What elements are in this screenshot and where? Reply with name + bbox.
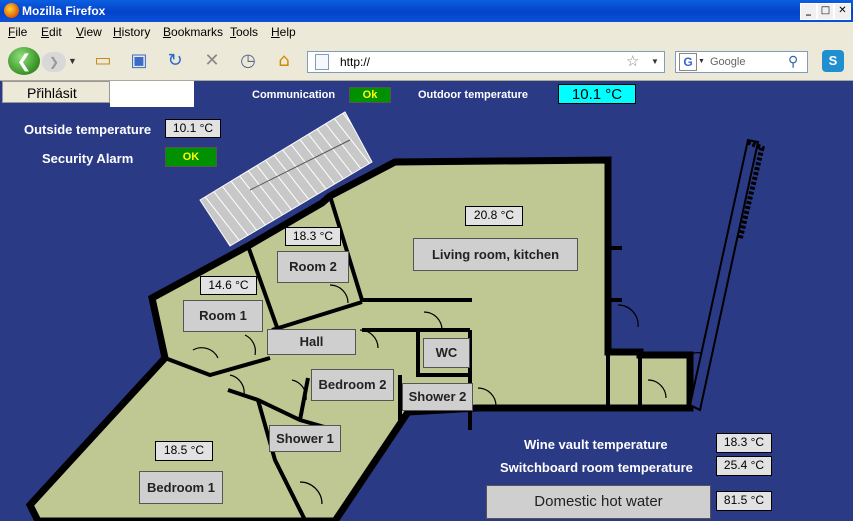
close-button[interactable]: ✕ (834, 3, 851, 20)
stop-icon[interactable]: ✕ (201, 50, 223, 72)
search-box[interactable]: G ▼ Google ⚲ (675, 51, 808, 73)
room-button-bedroom-2[interactable]: Bedroom 2 (311, 369, 394, 401)
history-clock-icon[interactable]: ◷ (237, 50, 259, 72)
search-icon[interactable]: ⚲ (788, 53, 798, 70)
login-bar (110, 81, 194, 107)
menu-help[interactable]: Help (271, 25, 296, 39)
room-button-shower-2[interactable]: Shower 2 (402, 383, 473, 411)
room1-temperature: 14.6 °C (200, 276, 257, 295)
room-button-hall[interactable]: Hall (267, 329, 356, 355)
maximize-button[interactable]: □ (817, 3, 834, 20)
window-title: Mozilla Firefox (22, 4, 106, 18)
room-button-bedroom-1[interactable]: Bedroom 1 (139, 471, 223, 504)
domestic-hot-water-value: 81.5 °C (716, 491, 772, 511)
google-icon[interactable]: G (679, 53, 697, 71)
forward-button[interactable]: ❯ (42, 52, 66, 72)
room-button-living-room-kitchen[interactable]: Living room, kitchen (413, 238, 578, 271)
new-folder-icon[interactable]: ▭ (92, 50, 114, 72)
wine-vault-label: Wine vault temperature (524, 437, 668, 452)
living-room-temperature: 20.8 °C (465, 206, 523, 226)
url-bar[interactable]: http:// ☆ ▼ (307, 51, 665, 73)
bookmark-star-icon[interactable]: ☆ (626, 52, 639, 70)
menu-view[interactable]: View (76, 25, 102, 39)
search-engine-dropdown-icon[interactable]: ▼ (698, 58, 705, 65)
history-dropdown-icon[interactable]: ▼ (68, 56, 77, 66)
security-alarm-status: OK (165, 147, 217, 167)
wine-vault-value: 18.3 °C (716, 433, 772, 453)
new-tab-icon[interactable]: ▣ (128, 50, 150, 72)
outdoor-temperature-label: Outdoor temperature (418, 89, 529, 101)
security-alarm-label: Security Alarm (42, 151, 134, 166)
menu-file[interactable]: File (8, 25, 27, 39)
firefox-icon (4, 3, 19, 18)
window-titlebar: Mozilla Firefox _ □ ✕ (0, 0, 853, 22)
switchboard-value: 25.4 °C (716, 456, 772, 476)
room-button-room-1[interactable]: Room 1 (183, 300, 263, 332)
skype-icon[interactable]: S (822, 50, 844, 72)
switchboard-label: Switchboard room temperature (500, 460, 693, 475)
room-button-room-2[interactable]: Room 2 (277, 251, 349, 283)
room2-temperature: 18.3 °C (285, 227, 341, 246)
reload-icon[interactable]: ↻ (164, 50, 186, 72)
outside-temperature-value: 10.1 °C (165, 119, 221, 138)
url-text[interactable]: http:// (340, 55, 370, 69)
exterior-ramp (688, 138, 760, 412)
login-tab[interactable]: Přihlásit (2, 81, 110, 103)
outdoor-temperature-value: 10.1 °C (558, 84, 636, 104)
search-input[interactable]: Google (710, 56, 745, 68)
home-icon[interactable]: ⌂ (273, 50, 295, 72)
menu-tools[interactable]: Tools (230, 25, 258, 39)
menu-edit[interactable]: Edit (41, 25, 62, 39)
bedroom1-temperature: 18.5 °C (155, 441, 213, 461)
floor-plan (25, 111, 765, 521)
back-button[interactable]: ❮ (8, 47, 40, 75)
menu-history[interactable]: History (113, 25, 150, 39)
room-button-shower-1[interactable]: Shower 1 (269, 425, 341, 452)
outside-temperature-label: Outside temperature (24, 122, 152, 137)
page-icon (315, 54, 329, 70)
communication-label: Communication (252, 89, 336, 101)
menu-bookmarks[interactable]: Bookmarks (163, 25, 223, 39)
domestic-hot-water-button[interactable]: Domestic hot water (486, 485, 711, 519)
minimize-button[interactable]: _ (800, 3, 817, 20)
url-dropdown-icon[interactable]: ▼ (651, 57, 659, 66)
room-button-wc[interactable]: WC (423, 338, 470, 368)
communication-status: Ok (349, 87, 391, 103)
menu-bar: File Edit View History Bookmarks Tools H… (0, 22, 853, 42)
